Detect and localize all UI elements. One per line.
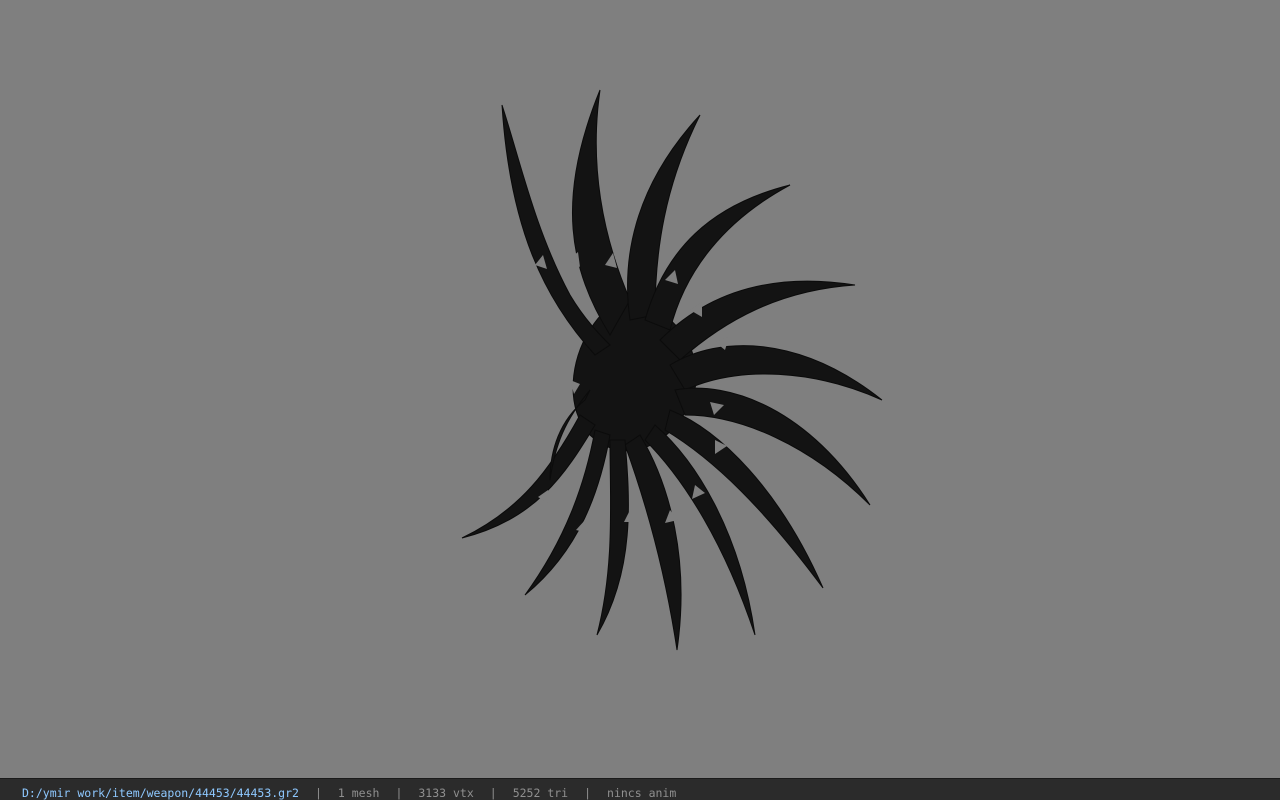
separator: | xyxy=(584,786,592,800)
vertex-count: 3133 vtx xyxy=(418,786,474,800)
3d-viewport[interactable] xyxy=(0,0,1280,778)
status-bar: D:/ymir work/item/weapon/44453/44453.gr2… xyxy=(0,778,1280,800)
triangle-count: 5252 tri xyxy=(512,786,569,800)
mesh-count: 1 mesh xyxy=(337,786,380,800)
blade-2 xyxy=(571,89,631,336)
separator: | xyxy=(395,786,403,800)
anim-status: nincs anim xyxy=(607,786,677,800)
separator: | xyxy=(314,786,322,800)
separator: | xyxy=(489,786,497,800)
model-render xyxy=(461,89,883,651)
file-path: D:/ymir work/item/weapon/44453/44453.gr2 xyxy=(22,786,299,800)
